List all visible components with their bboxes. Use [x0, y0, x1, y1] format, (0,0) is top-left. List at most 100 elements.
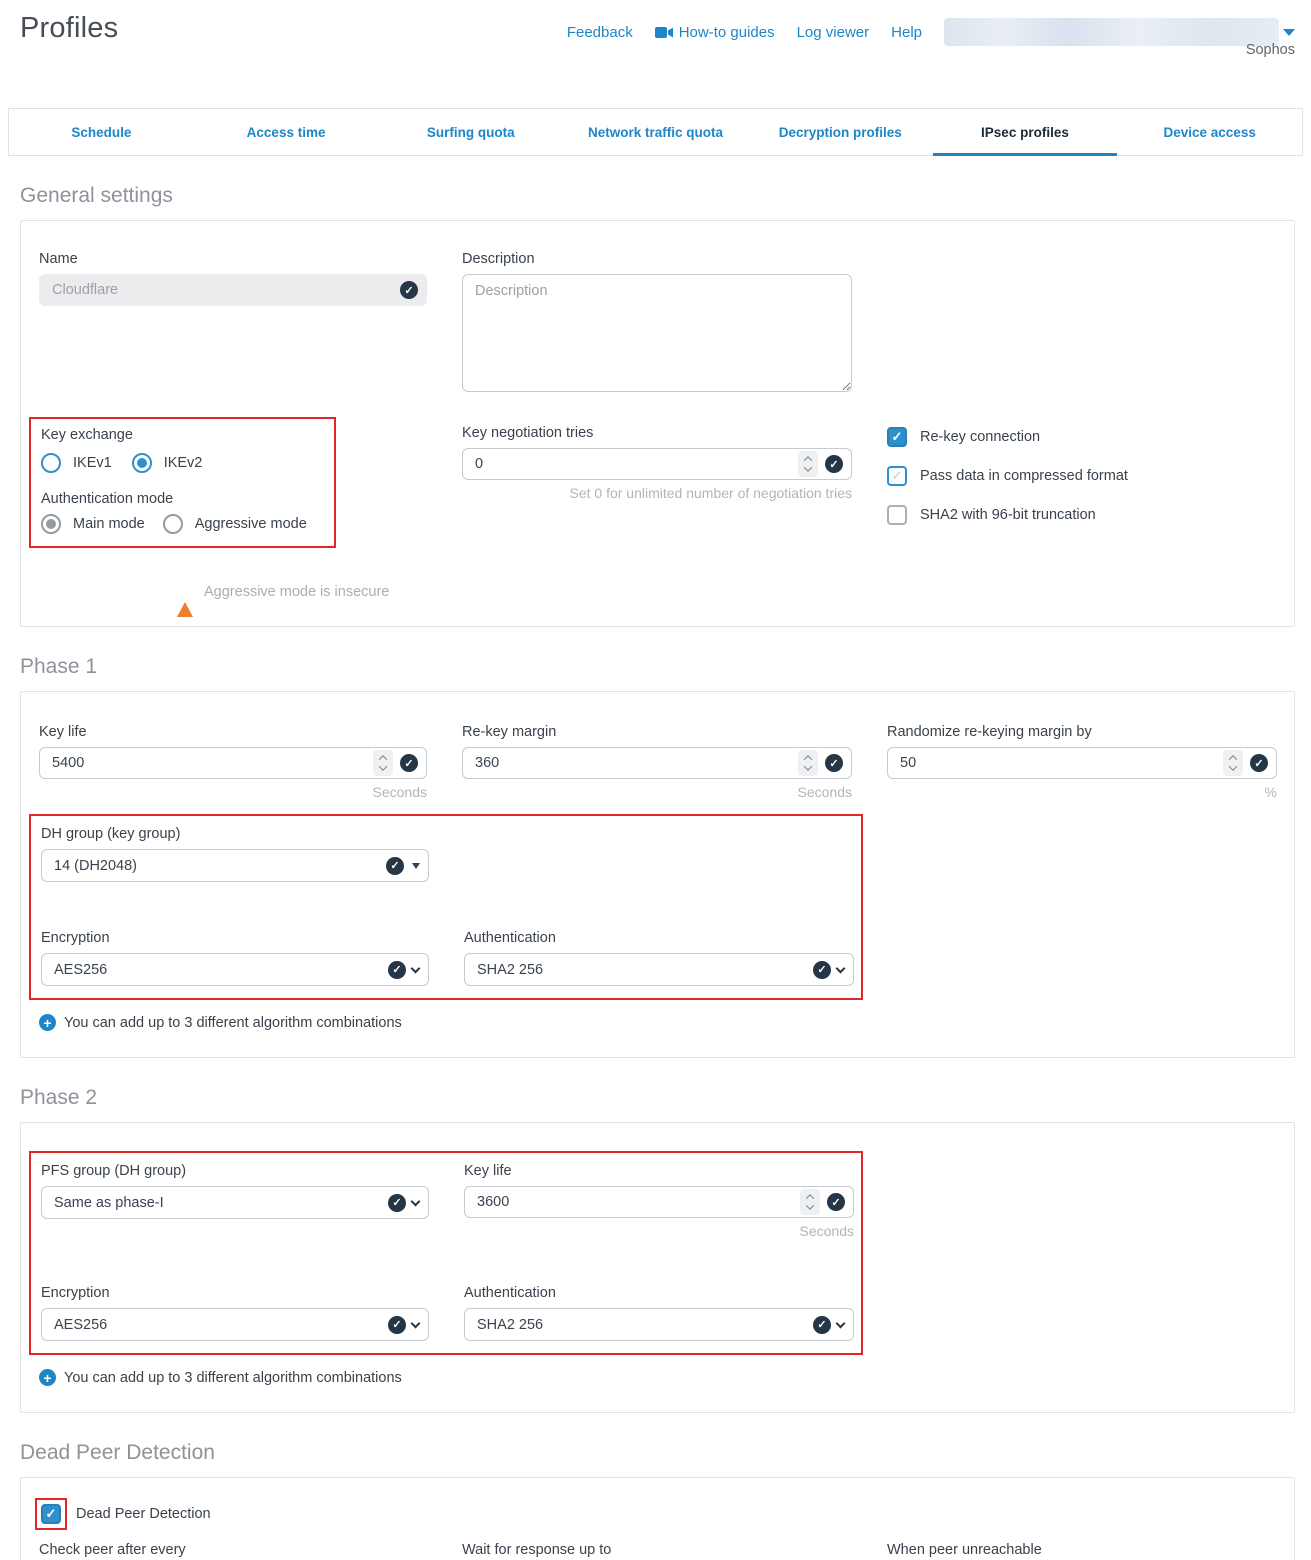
account-menu[interactable] — [944, 18, 1295, 46]
valid-check-icon: ✓ — [388, 1194, 406, 1212]
radio-ikev2[interactable]: IKEv2 — [132, 453, 203, 473]
radio-ikev1[interactable]: IKEv1 — [41, 453, 112, 473]
number-stepper[interactable] — [800, 1189, 820, 1215]
compressed-format-option[interactable]: ✓ Pass data in compressed format — [887, 466, 1277, 486]
phase1-authentication-field-group: Authentication SHA2 256 ✓ — [464, 930, 854, 986]
phase1-encryption-select[interactable]: AES256 ✓ — [41, 953, 429, 986]
valid-check-icon: ✓ — [400, 754, 418, 772]
aggressive-warning-row: ! Aggressive mode is insecure — [177, 584, 1276, 600]
add-icon[interactable]: + — [39, 1014, 56, 1031]
checkbox-rekey-connection[interactable]: ✓ — [887, 427, 907, 447]
authentication-mode-label: Authentication mode — [41, 491, 324, 507]
valid-check-icon: ✓ — [388, 961, 406, 979]
phase2-add-combination[interactable]: + You can add up to 3 different algorith… — [39, 1369, 1276, 1386]
wait-response-field-group: Wait for response up to 120 ✓ Seconds — [462, 1542, 852, 1560]
dropdown-triangle-icon — [412, 863, 420, 869]
phase2-encryption-field-group: Encryption AES256 ✓ — [41, 1285, 429, 1341]
phase2-authentication-select[interactable]: SHA2 256 ✓ — [464, 1308, 854, 1341]
key-life-input[interactable]: 5400 ✓ — [39, 747, 427, 779]
randomize-input[interactable]: 50 ✓ — [887, 747, 1277, 779]
phase1-encryption-field-group: Encryption AES256 ✓ — [41, 930, 429, 986]
valid-check-icon: ✓ — [813, 961, 831, 979]
check-peer-field-group: Check peer after every 30 ✓ Seconds — [39, 1542, 427, 1560]
chevron-down-icon — [836, 1318, 846, 1328]
log-viewer-link[interactable]: Log viewer — [797, 24, 870, 41]
description-textarea[interactable] — [462, 274, 852, 392]
rekey-margin-field-group: Re-key margin 360 ✓ Seconds — [462, 724, 852, 800]
key-life-label: Key life — [39, 724, 427, 740]
compressed-format-label: Pass data in compressed format — [920, 468, 1128, 484]
randomize-value: 50 — [900, 755, 916, 771]
dh-group-field-group: DH group (key group) 14 (DH2048) ✓ — [41, 826, 429, 882]
valid-check-icon: ✓ — [825, 455, 843, 473]
authentication-value: SHA2 256 — [477, 1317, 543, 1333]
chevron-down-icon — [836, 963, 846, 973]
radio-icon-main-mode — [41, 514, 61, 534]
phase2-key-life-label: Key life — [464, 1163, 854, 1179]
sha2-truncation-label: SHA2 with 96-bit truncation — [920, 507, 1096, 523]
howto-guides-link[interactable]: How-to guides — [655, 24, 775, 41]
name-label: Name — [39, 251, 427, 267]
tab-schedule[interactable]: Schedule — [9, 109, 194, 155]
feedback-link[interactable]: Feedback — [567, 24, 633, 41]
check-peer-label: Check peer after every — [39, 1542, 427, 1558]
tab-device-access[interactable]: Device access — [1117, 109, 1302, 155]
radio-icon-ikev1[interactable] — [41, 453, 61, 473]
aggressive-warning-text: Aggressive mode is insecure — [204, 584, 389, 600]
tab-access-time[interactable]: Access time — [194, 109, 379, 155]
rekey-margin-input[interactable]: 360 ✓ — [462, 747, 852, 779]
brand-label: Sophos — [1246, 42, 1295, 58]
phase2-key-life-field-group: Key life 3600 ✓ Seconds — [464, 1163, 854, 1239]
rekey-connection-option[interactable]: ✓ Re-key connection — [887, 427, 1277, 447]
phase2-key-life-value: 3600 — [477, 1194, 509, 1210]
phase1-add-note: You can add up to 3 different algorithm … — [64, 1015, 402, 1031]
dh-group-select[interactable]: 14 (DH2048) ✓ — [41, 849, 429, 882]
valid-check-icon: ✓ — [388, 1316, 406, 1334]
howto-guides-label: How-to guides — [679, 24, 775, 41]
phase2-heading: Phase 2 — [20, 1086, 1311, 1110]
ikev2-label: IKEv2 — [164, 455, 203, 471]
number-stepper[interactable] — [373, 750, 393, 776]
when-unreachable-label: When peer unreachable — [887, 1542, 1277, 1558]
key-negotiation-input[interactable]: 0 ✓ — [462, 448, 852, 480]
add-icon[interactable]: + — [39, 1369, 56, 1386]
key-negotiation-helper: Set 0 for unlimited number of negotiatio… — [462, 485, 852, 501]
top-bar: Profiles Feedback How-to guides Log view… — [0, 0, 1311, 108]
account-name-redacted — [944, 18, 1279, 46]
tab-bar: Schedule Access time Surfing quota Netwo… — [8, 108, 1303, 156]
number-stepper[interactable] — [1223, 750, 1243, 776]
chevron-down-icon — [411, 963, 421, 973]
dpd-card: ✓ Dead Peer Detection Check peer after e… — [20, 1477, 1295, 1560]
video-camera-icon — [655, 26, 673, 39]
sha2-truncation-option: ✓ SHA2 with 96-bit truncation — [887, 505, 1277, 525]
name-field-group: Name Cloudflare ✓ — [39, 251, 427, 306]
tab-ipsec-profiles[interactable]: IPsec profiles — [933, 109, 1118, 155]
encryption-label: Encryption — [41, 1285, 429, 1301]
radio-icon-ikev2[interactable] — [132, 453, 152, 473]
phase1-authentication-select[interactable]: SHA2 256 ✓ — [464, 953, 854, 986]
checkbox-dead-peer-detection[interactable]: ✓ — [41, 1504, 61, 1524]
number-stepper[interactable] — [798, 451, 818, 477]
authentication-label: Authentication — [464, 930, 854, 946]
page-title: Profiles — [20, 12, 118, 45]
radio-aggressive-mode: Aggressive mode — [163, 514, 307, 534]
help-link[interactable]: Help — [891, 24, 922, 41]
wait-response-label: Wait for response up to — [462, 1542, 852, 1558]
chevron-down-icon — [1283, 29, 1295, 36]
phase2-encryption-select[interactable]: AES256 ✓ — [41, 1308, 429, 1341]
ikev1-label: IKEv1 — [73, 455, 112, 471]
options-checkbox-group: ✓ Re-key connection ✓ Pass data in compr… — [887, 417, 1277, 525]
phase1-add-combination[interactable]: + You can add up to 3 different algorith… — [39, 1014, 1276, 1031]
tab-surfing-quota[interactable]: Surfing quota — [378, 109, 563, 155]
phase2-add-note: You can add up to 3 different algorithm … — [64, 1370, 402, 1386]
pfs-group-select[interactable]: Same as phase-I ✓ — [41, 1186, 429, 1219]
number-stepper[interactable] — [798, 750, 818, 776]
checkbox-compressed-format[interactable]: ✓ — [887, 466, 907, 486]
tab-network-traffic-quota[interactable]: Network traffic quota — [563, 109, 748, 155]
tab-decryption-profiles[interactable]: Decryption profiles — [748, 109, 933, 155]
dh-group-value: 14 (DH2048) — [54, 858, 137, 874]
dpd-enable-option[interactable]: ✓ Dead Peer Detection — [39, 1502, 1276, 1526]
rekey-margin-value: 360 — [475, 755, 499, 771]
phase2-key-life-input[interactable]: 3600 ✓ — [464, 1186, 854, 1218]
rekey-connection-label: Re-key connection — [920, 429, 1040, 445]
